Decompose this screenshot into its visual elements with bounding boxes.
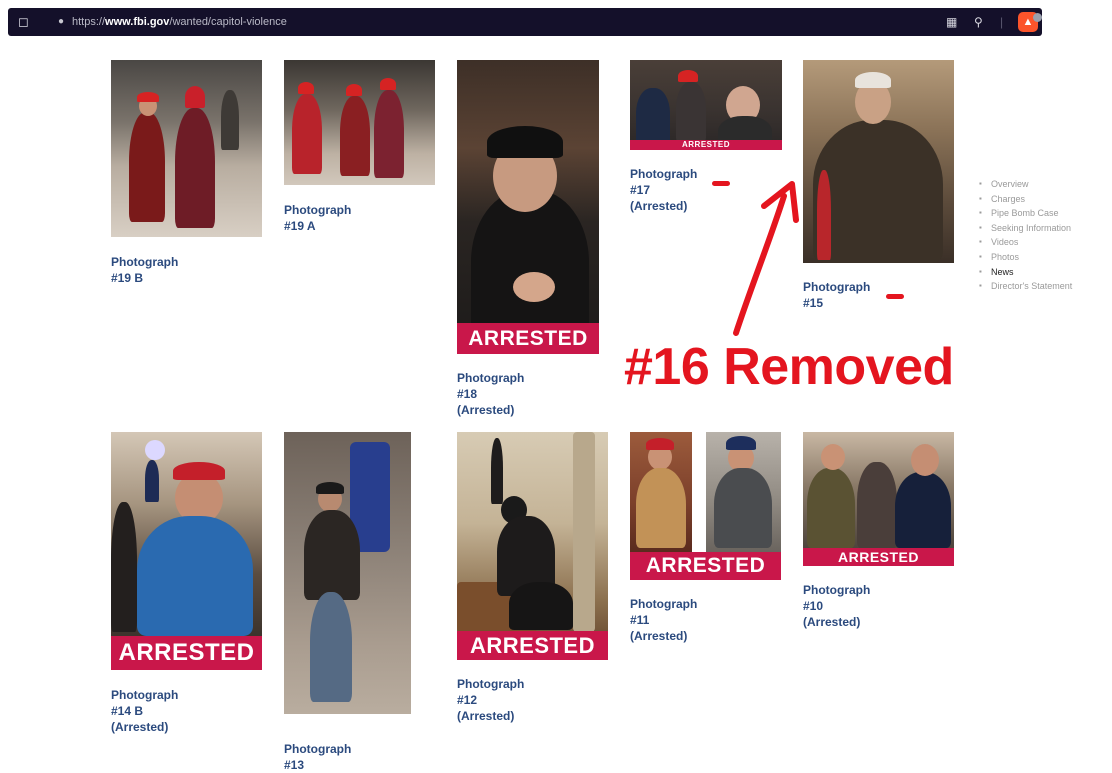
sidebar-item-directors-statement[interactable]: Director's Statement <box>979 279 1072 294</box>
arrested-banner: ARRESTED <box>111 636 262 670</box>
arrested-banner: ARRESTED <box>457 631 608 660</box>
sidebar-item-seeking-information[interactable]: Seeking Information <box>979 221 1072 236</box>
arrested-banner: ARRESTED <box>457 323 599 354</box>
browser-toolbar: ◻ ● https://www.fbi.gov/wanted/capitol-v… <box>0 0 1112 40</box>
photo-14b-caption[interactable]: Photograph #14 B (Arrested) <box>111 687 178 735</box>
photo-11-caption[interactable]: Photograph #11 (Arrested) <box>630 596 697 644</box>
sidebar-item-overview[interactable]: Overview <box>979 177 1072 192</box>
arrested-banner: ARRESTED <box>630 552 781 580</box>
address-bar[interactable]: ◻ ● https://www.fbi.gov/wanted/capitol-v… <box>8 8 1042 36</box>
photo-19b-image[interactable] <box>111 60 262 237</box>
annotation-arrowhead <box>761 181 799 223</box>
photo-19b-caption[interactable]: Photograph #19 B <box>111 254 178 286</box>
annotation-text: #16 Removed <box>624 338 954 396</box>
photo-12-image[interactable]: ARRESTED <box>457 432 608 660</box>
photo-15-image[interactable] <box>803 60 954 263</box>
photo-19a-caption[interactable]: Photograph #19 A <box>284 202 351 234</box>
sidebar-nav: Overview Charges Pipe Bomb Case Seeking … <box>979 177 1072 294</box>
bookmark-icon[interactable]: ◻ <box>18 14 32 30</box>
photo-18-image[interactable]: ARRESTED <box>457 60 599 354</box>
qr-code-icon[interactable]: ▦ <box>946 14 957 30</box>
rewards-icon[interactable] <box>1033 13 1042 22</box>
annotation-underline-15 <box>886 294 904 299</box>
photo-10-caption[interactable]: Photograph #10 (Arrested) <box>803 582 870 630</box>
photo-17-image[interactable]: ARRESTED <box>630 60 782 150</box>
arrested-banner: ARRESTED <box>630 140 782 150</box>
separator-icon: | <box>1000 15 1004 29</box>
sidebar-item-news[interactable]: News <box>979 265 1072 280</box>
photo-19a-image[interactable] <box>284 60 435 185</box>
zoom-icon[interactable]: ⚲ <box>974 14 983 30</box>
annotation-underline-17 <box>712 181 730 186</box>
sidebar-item-photos[interactable]: Photos <box>979 250 1072 265</box>
photo-18-caption[interactable]: Photograph #18 (Arrested) <box>457 370 524 418</box>
photo-14b-image[interactable]: ARRESTED <box>111 432 262 670</box>
photo-12-caption[interactable]: Photograph #12 (Arrested) <box>457 676 524 724</box>
arrested-banner: ARRESTED <box>803 548 954 566</box>
photo-11-image[interactable]: ARRESTED <box>630 432 781 580</box>
sidebar-item-pipe-bomb-case[interactable]: Pipe Bomb Case <box>979 206 1072 221</box>
sidebar-item-videos[interactable]: Videos <box>979 235 1072 250</box>
photo-15-caption[interactable]: Photograph #15 <box>803 279 870 311</box>
lock-icon[interactable]: ● <box>58 15 68 29</box>
sidebar-item-charges[interactable]: Charges <box>979 192 1072 207</box>
photo-17-caption[interactable]: Photograph #17 (Arrested) <box>630 166 697 214</box>
photo-13-caption[interactable]: Photograph #13 <box>284 741 351 773</box>
annotation-arrow-shaft <box>733 193 787 336</box>
photo-13-image[interactable] <box>284 432 411 714</box>
photo-10-image[interactable]: ARRESTED <box>803 432 954 566</box>
url-text[interactable]: https://www.fbi.gov/wanted/capitol-viole… <box>72 15 287 29</box>
